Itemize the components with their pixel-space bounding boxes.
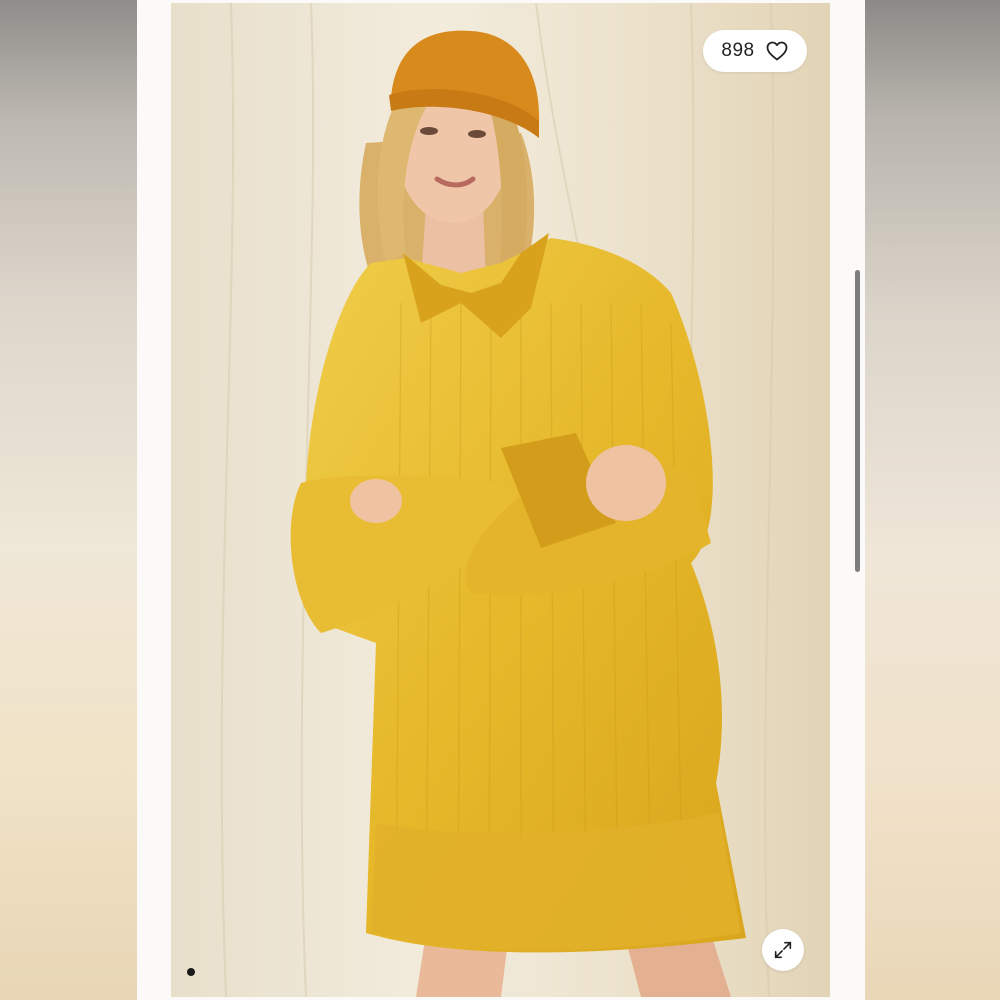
image-pagination-dot-active[interactable]	[187, 968, 195, 976]
product-photo-illustration	[171, 3, 830, 997]
expand-image-button[interactable]	[762, 929, 804, 971]
expand-arrows-icon	[774, 941, 792, 959]
product-photo[interactable]	[171, 3, 830, 997]
scrollbar[interactable]	[855, 270, 860, 572]
heart-outline-icon	[766, 41, 787, 61]
blurred-backdrop-left	[0, 0, 137, 1000]
likes-count: 898	[721, 40, 755, 61]
like-button[interactable]: 898	[703, 30, 807, 72]
blurred-backdrop-right	[865, 0, 1000, 1000]
